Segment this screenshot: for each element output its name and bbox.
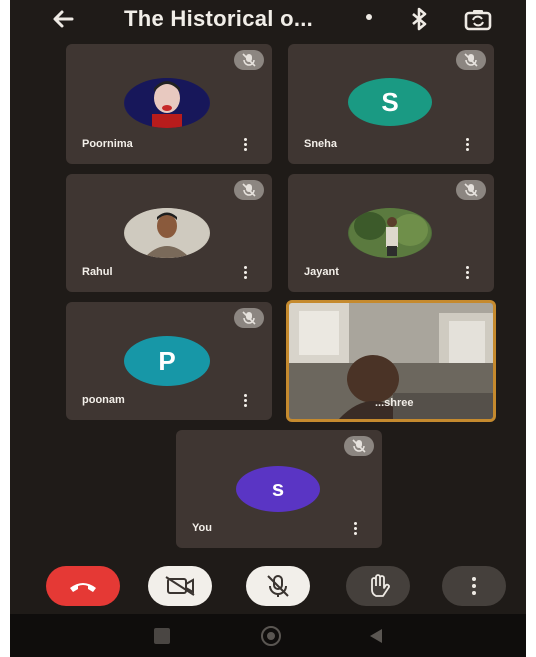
mic-off-icon	[456, 180, 486, 200]
more-vert-icon[interactable]	[354, 522, 358, 536]
more-options-button[interactable]	[442, 566, 506, 606]
more-vert-icon[interactable]	[244, 138, 248, 152]
participant-tile[interactable]: P poonam	[66, 302, 272, 420]
avatar	[124, 208, 210, 258]
avatar: S	[348, 78, 432, 126]
participant-tile[interactable]: Jayant	[288, 174, 494, 292]
more-vert-icon[interactable]	[466, 266, 470, 280]
mic-off-icon	[267, 575, 289, 597]
raise-hand-button[interactable]	[346, 566, 410, 606]
self-tile[interactable]: s You	[176, 430, 382, 548]
more-vert-icon[interactable]	[466, 138, 470, 152]
participant-name: Jayant	[304, 266, 339, 278]
mic-off-icon	[234, 50, 264, 70]
participant-name: Poornima	[82, 138, 133, 150]
participant-name: poonam	[82, 394, 125, 406]
meet-screen: The Historical o... Poornima S Sneha Rah…	[10, 0, 526, 657]
more-vert-icon[interactable]	[244, 394, 248, 408]
avatar	[124, 78, 210, 128]
avatar: P	[124, 336, 210, 386]
participant-tile[interactable]: Poornima	[66, 44, 272, 164]
participant-name: Sneha	[304, 138, 338, 150]
arrow-left-icon[interactable]	[50, 6, 76, 32]
avatar	[348, 208, 432, 258]
end-call-button[interactable]	[46, 566, 120, 606]
hand-icon	[371, 574, 390, 597]
camera-toggle-button[interactable]	[148, 566, 212, 606]
meeting-title: The Historical o...	[124, 6, 314, 31]
mic-off-icon	[344, 436, 374, 456]
back-triangle-icon[interactable]	[368, 627, 384, 645]
recording-dot-icon	[366, 14, 372, 20]
switch-camera-icon[interactable]	[464, 8, 492, 32]
participant-tile[interactable]: S Sneha	[288, 44, 494, 164]
system-nav-bar	[10, 614, 526, 657]
camera-off-icon	[165, 576, 195, 596]
participant-video-tile[interactable]: ...shree	[286, 300, 496, 422]
participant-tile[interactable]: Rahul	[66, 174, 272, 292]
home-icon[interactable]	[260, 625, 282, 647]
more-vert-icon[interactable]	[244, 266, 248, 280]
bluetooth-icon[interactable]	[408, 6, 432, 32]
recent-apps-icon[interactable]	[154, 628, 170, 644]
phone-hangup-icon	[70, 583, 96, 592]
top-bar: The Historical o...	[10, 0, 526, 40]
participant-name: ...shree	[375, 397, 414, 409]
participant-name: Rahul	[82, 266, 113, 278]
mic-off-icon	[234, 180, 264, 200]
more-vert-icon	[472, 577, 476, 595]
mic-toggle-button[interactable]	[246, 566, 310, 606]
avatar: s	[236, 466, 320, 512]
mic-off-icon	[456, 50, 486, 70]
mic-off-icon	[234, 308, 264, 328]
participant-name: You	[192, 522, 212, 534]
